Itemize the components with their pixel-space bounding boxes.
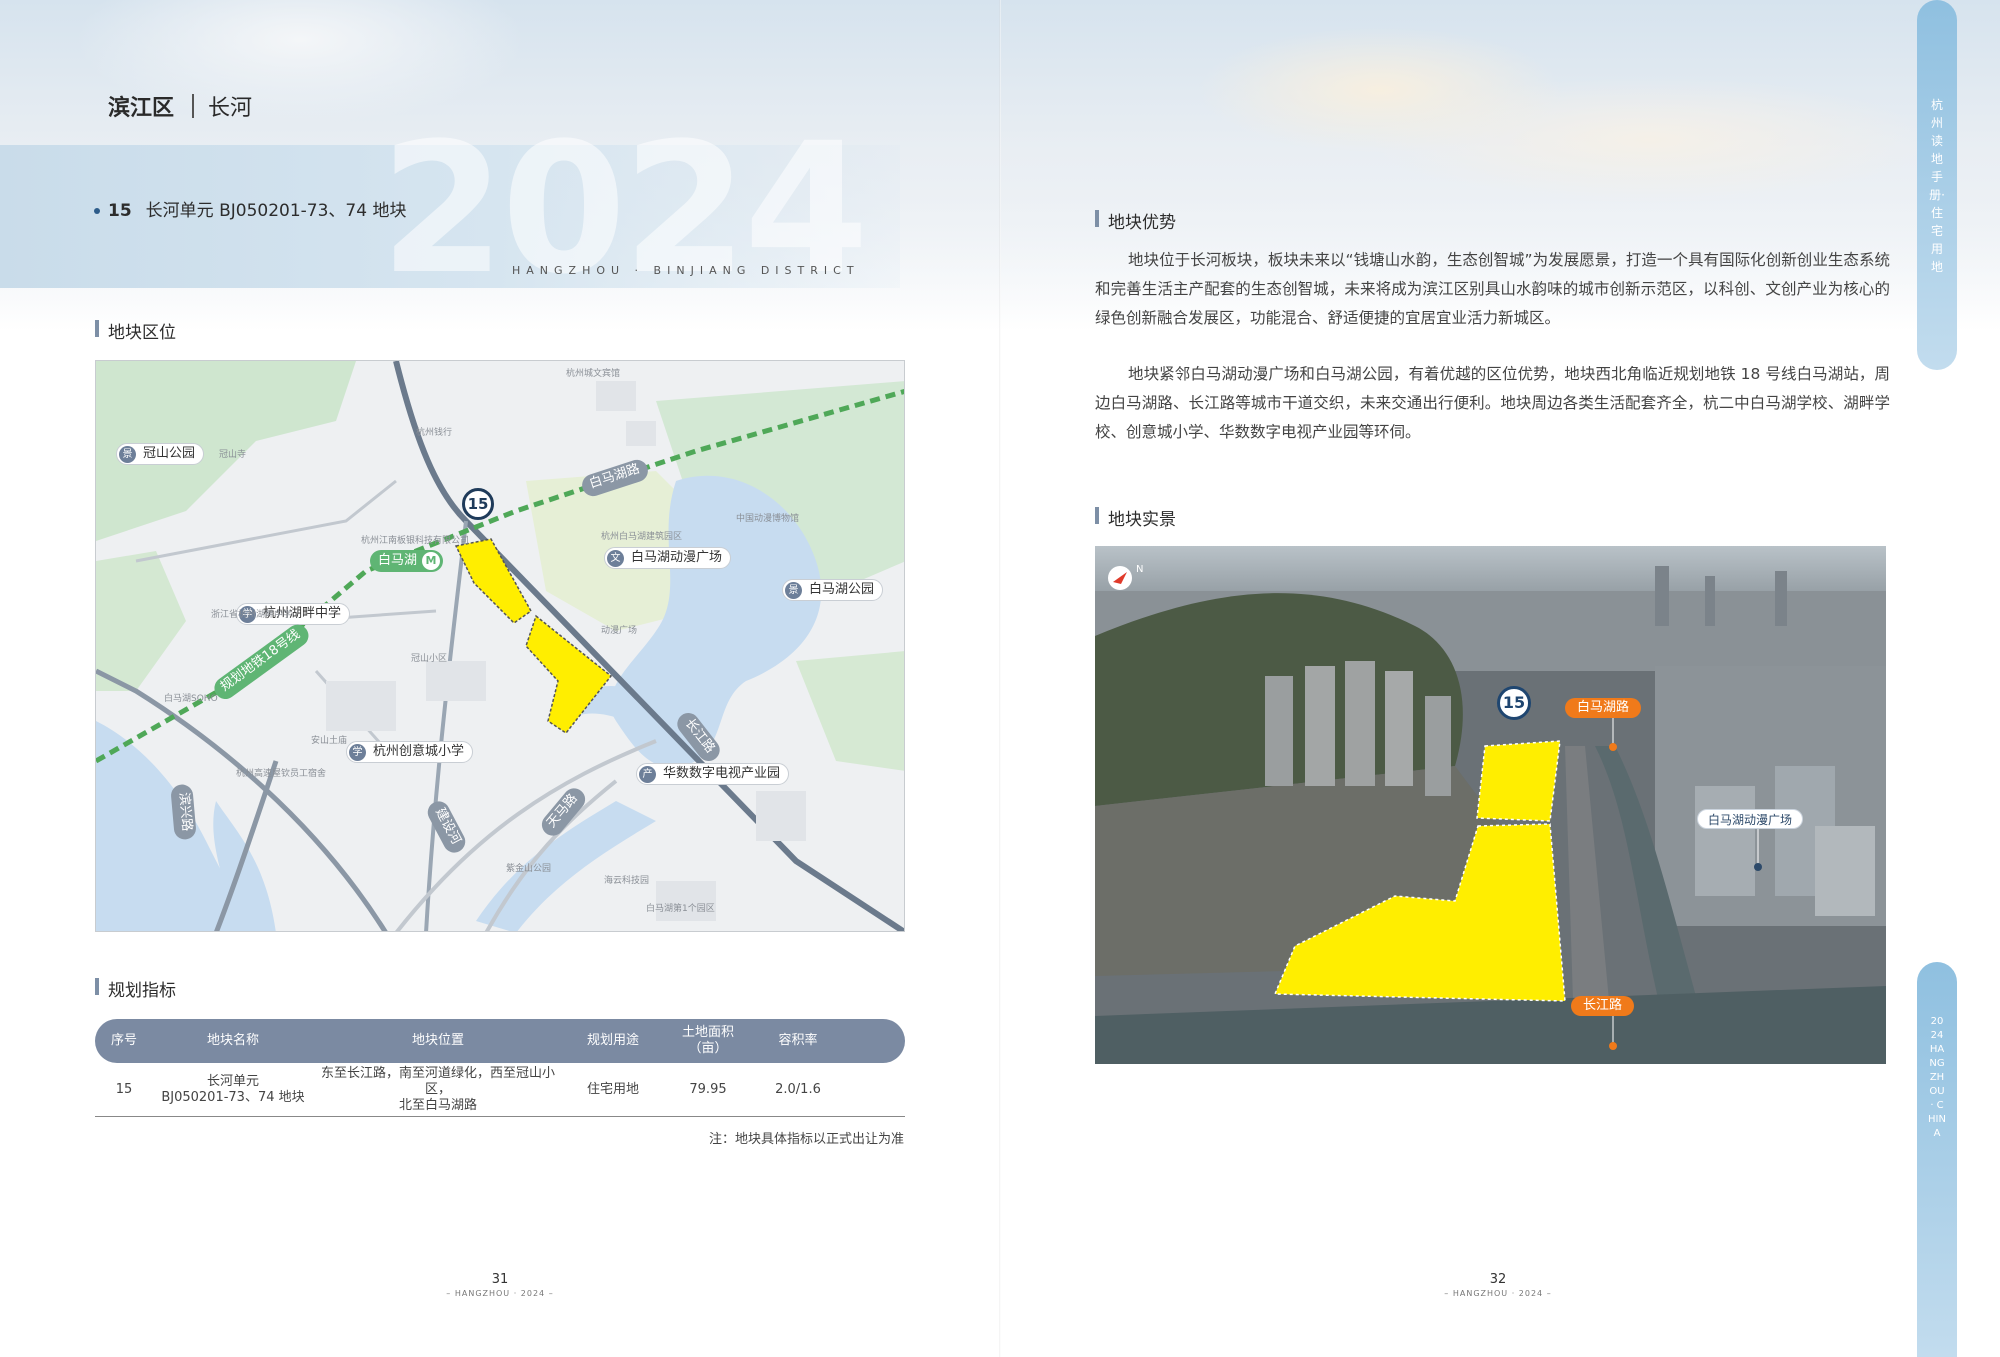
map-poi: 杭州钱行: [416, 428, 453, 438]
page-number-left: 31– HANGZHOU · 2024 –: [446, 1272, 554, 1298]
cell-location: 东至长江路，南至河道绿化，西至冠山小区， 北至白马湖路: [320, 1065, 555, 1113]
map-label-park: 景白马湖公园: [782, 579, 884, 601]
map-poi: 动漫广场: [601, 626, 638, 636]
map-label-guanshan: 景冠山公园: [116, 443, 205, 465]
advantage-paragraph-1: 地块位于长河板块，板块未来以“钱塘山水韵，生态创智城”为发展愿景，打造一个具有国…: [1095, 251, 1890, 327]
scenic-icon: 景: [119, 446, 136, 463]
table-row: 15 长河单元 BJ050201-73、74 地块 东至长江路，南至河道绿化，西至…: [95, 1063, 905, 1117]
cell-area: 79.95: [689, 1081, 727, 1097]
district-subtitle: HANGZHOU · BINJIANG DISTRICT: [512, 264, 860, 277]
photo-tag-dongman: 白马湖动漫广场: [1697, 809, 1804, 829]
culture-icon: 文: [607, 550, 624, 567]
map-poi: 浙江省杭州湖畔中学: [211, 610, 293, 620]
page-gutter: [999, 0, 1001, 1357]
location-map[interactable]: 景冠山公园 白马湖 M 学杭州湖畔中学 文白马湖动漫广场 景白马湖公园 学杭州创意…: [95, 360, 905, 932]
plot-name: 长河单元 BJ050201-73、74 地块: [145, 201, 407, 221]
bullet-dot: [94, 208, 100, 214]
photo-tag-road-changjiang: 长江路: [1571, 996, 1635, 1016]
cell-no: 15: [115, 1081, 133, 1097]
table-note: 注：地块具体指标以正式出让为准: [708, 1132, 904, 1147]
plot-title: 15 长河单元 BJ050201-73、74 地块: [94, 196, 406, 221]
industry-icon: 产: [639, 766, 656, 783]
scenic-icon: 景: [785, 582, 802, 599]
map-label-dongman: 文白马湖动漫广场: [604, 547, 732, 569]
map-poi: 杭州江南板银科技有限公司: [361, 536, 470, 546]
north-indicator: N: [1136, 564, 1144, 575]
map-label-huashu: 产华数数字电视产业园: [636, 763, 790, 785]
th-area: 土地面积 （亩）: [681, 1025, 734, 1056]
th-name: 地块名称: [206, 1033, 259, 1048]
map-poi: 冠山寺: [219, 450, 247, 460]
map-drawing: [96, 361, 904, 931]
cell-name: 长河单元 BJ050201-73、74 地块: [161, 1073, 305, 1105]
map-poi: 海云科技园: [604, 876, 650, 886]
side-text-top: 杭州读地手册·住宅用地: [1929, 98, 1945, 274]
photo-tag-road-baimahu: 白马湖路: [1565, 698, 1642, 718]
district-title: 滨江区: [108, 96, 175, 121]
map-poi: 杭州城文宾馆: [566, 369, 621, 379]
title-separator: [192, 94, 194, 118]
photo-plot-pin[interactable]: 15: [1497, 686, 1531, 720]
map-poi: 紫金山公园: [506, 864, 552, 874]
indicator-table: 序号 地块名称 地块位置 规划用途 土地面积 （亩） 容积率 15 长河单元 BJ…: [95, 1019, 905, 1117]
map-poi: 杭州高速屋钦员工宿舍: [236, 769, 327, 779]
table-header: 序号 地块名称 地块位置 规划用途 土地面积 （亩） 容积率: [95, 1019, 905, 1063]
section-advantage: 地块优势: [1095, 208, 1176, 233]
th-use: 规划用途: [586, 1033, 639, 1048]
map-station-baimahu: 白马湖 M: [370, 550, 444, 572]
th-far: 容积率: [778, 1033, 818, 1048]
area-title: 长河: [208, 96, 253, 121]
th-location: 地块位置: [411, 1033, 464, 1048]
map-poi: 白马湖SOHO: [164, 694, 218, 704]
aerial-photo[interactable]: N 15 白马湖路 长江路 白马湖动漫广场: [1095, 546, 1886, 1064]
aerial-drawing: [1095, 546, 1886, 1064]
th-no: 序号: [110, 1033, 137, 1048]
cell-use: 住宅用地: [586, 1081, 639, 1097]
side-text-bottom: 2024 HANGZHOU · CHINA: [1928, 1016, 1946, 1139]
map-plot-pin[interactable]: 15: [462, 488, 494, 520]
advantage-paragraph-2: 地块紧邻白马湖动漫广场和白马湖公园，有着优越的区位优势，地块西北角临近规划地铁 …: [1095, 365, 1890, 441]
section-location: 地块区位: [95, 318, 176, 343]
map-poi: 安山土庙: [311, 736, 348, 746]
map-label-chuangyi: 学杭州创意城小学: [346, 741, 474, 763]
cell-far: 2.0/1.6: [775, 1081, 821, 1097]
school-icon: 学: [349, 744, 366, 761]
metro-icon: M: [422, 552, 441, 570]
plot-number: 15: [108, 201, 132, 221]
section-photo: 地块实景: [1095, 505, 1176, 530]
section-indicators: 规划指标: [95, 976, 176, 1001]
map-poi: 中国动漫博物馆: [736, 514, 800, 524]
map-poi: 冠山小区: [411, 654, 448, 664]
map-poi: 杭州白马湖建筑园区: [601, 532, 683, 542]
map-poi: 白马湖第1个园区: [646, 904, 715, 914]
page-number-right: 32– HANGZHOU · 2024 –: [1444, 1272, 1552, 1298]
